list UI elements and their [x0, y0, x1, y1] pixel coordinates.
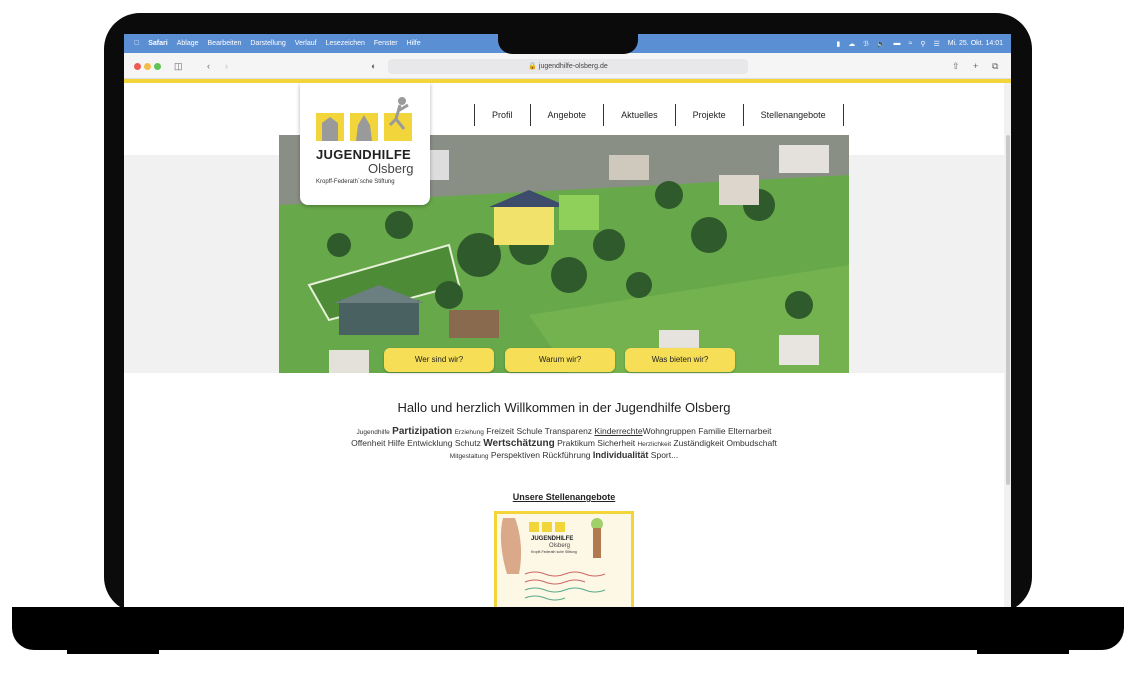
hero-button-why[interactable]: Warum wir? — [505, 348, 615, 372]
nav-angebote[interactable]: Angebote — [531, 104, 605, 126]
laptop-foot-left — [67, 648, 159, 654]
jobs-illustration — [497, 514, 631, 608]
tag-line-3: Mitgestaltung Perspektiven Rückführung I… — [324, 450, 804, 462]
tag: Erziehung — [454, 429, 484, 436]
jobs-card-image[interactable]: JUGENDHILFE Olsberg Kropff-Federath´sche… — [494, 511, 634, 611]
logo-foundation: Kropff-Federath´sche Stiftung — [316, 179, 395, 185]
wifi-icon[interactable]: ≈ — [908, 40, 912, 47]
nav-profil[interactable]: Profil — [475, 104, 531, 126]
tag: Herzlichkeit — [637, 441, 672, 448]
jobs-card-title: JUGENDHILFE — [531, 536, 574, 542]
screen:  Safari Ablage Bearbeiten Darstellung V… — [124, 34, 1011, 612]
laptop-base — [12, 607, 1124, 650]
menu-lesezeichen[interactable]: Lesezeichen — [326, 40, 365, 47]
tag-cloud: Jugendhilfe Partizipation Erziehung Frei… — [324, 426, 804, 462]
laptop-foot-right — [977, 648, 1069, 654]
close-window-button[interactable] — [134, 63, 141, 70]
hero-button-who[interactable]: Wer sind wir? — [384, 348, 494, 372]
menu-app-name[interactable]: Safari — [148, 40, 167, 47]
tag-line-2: Offenheit Hilfe Entwicklung Schutz Werts… — [324, 438, 804, 450]
menu-ablage[interactable]: Ablage — [177, 40, 199, 47]
back-icon[interactable]: ‹ — [207, 60, 210, 72]
status-icon-1[interactable]: ▮ — [836, 40, 840, 48]
logo-emblem-icon — [316, 97, 412, 141]
menu-fenster[interactable]: Fenster — [374, 40, 398, 47]
nav-projekte[interactable]: Projekte — [676, 104, 744, 126]
page-scrollbar[interactable] — [1004, 83, 1011, 612]
tag: Zuständigkeit Ombudschaft — [673, 438, 777, 448]
menu-verlauf[interactable]: Verlauf — [295, 40, 317, 47]
new-tab-icon[interactable]: + — [973, 60, 978, 72]
battery-icon[interactable]: ▬ — [893, 40, 900, 47]
forward-icon[interactable]: › — [225, 60, 228, 72]
tag: Freizeit Schule Transparenz — [486, 426, 593, 436]
browser-toolbar: ◫ ‹ › ◐ 🔒 jugendhilfe-olsberg.de ⇧ + ⧉ — [124, 53, 1011, 79]
menu-darstellung[interactable]: Darstellung — [250, 40, 285, 47]
tag: Offenheit Hilfe Entwicklung Schutz — [351, 438, 481, 448]
jobs-card-subtitle: Olsberg — [549, 543, 571, 549]
nav-stellenangebote[interactable]: Stellenangebote — [744, 104, 844, 126]
camera-notch — [498, 28, 638, 54]
tag: Individualität — [592, 450, 649, 460]
minimize-window-button[interactable] — [144, 63, 151, 70]
tab-overview-icon[interactable]: ⧉ — [992, 60, 998, 72]
logo-subtitle: Olsberg — [368, 161, 414, 176]
tag: Perspektiven Rückführung — [490, 450, 591, 460]
volume-icon[interactable]: 🔈 — [877, 40, 886, 48]
search-icon[interactable]: ⚲ — [920, 40, 925, 48]
tag: Wohngruppen Familie Elternarbeit — [642, 426, 772, 436]
tag-link-kinderrechte[interactable]: Kinderrechte — [594, 426, 642, 436]
cloud-icon[interactable]: ☁ — [848, 40, 855, 48]
sidebar-icon[interactable]: ◫ — [174, 60, 183, 72]
tag: Praktikum Sicherheit — [557, 438, 636, 448]
tag: Sport... — [650, 450, 679, 460]
menu-datetime[interactable]: Mi. 25. Okt. 14:01 — [948, 40, 1003, 47]
address-url: jugendhilfe-olsberg.de — [538, 63, 608, 70]
apple-icon[interactable]:  — [134, 40, 139, 47]
bluetooth-icon[interactable]: ℬ — [863, 40, 869, 48]
welcome-heading: Hallo und herzlich Willkommen in der Jug… — [397, 400, 731, 415]
share-icon[interactable]: ⇧ — [952, 60, 960, 72]
jobs-heading[interactable]: Unsere Stellenangebote — [124, 492, 1004, 502]
tag: Wertschätzung — [483, 438, 555, 449]
tag: Mitgestaltung — [449, 453, 489, 460]
address-bar[interactable]: 🔒 jugendhilfe-olsberg.de — [388, 59, 748, 74]
menu-bearbeiten[interactable]: Bearbeiten — [208, 40, 242, 47]
scrollbar-thumb[interactable] — [1006, 135, 1010, 485]
hero-button-what[interactable]: Was bieten wir? — [625, 348, 735, 372]
nav-aktuelles[interactable]: Aktuelles — [604, 104, 676, 126]
main-nav: Profil Angebote Aktuelles Projekte Stell… — [474, 104, 844, 126]
site-logo[interactable]: JUGENDHILFE Olsberg Kropff-Federath´sche… — [300, 83, 430, 205]
control-center-icon[interactable]: ☰ — [933, 40, 939, 48]
tag: Jugendhilfe — [356, 429, 390, 436]
zoom-window-button[interactable] — [154, 63, 161, 70]
lock-icon: 🔒 — [528, 63, 537, 70]
menu-hilfe[interactable]: Hilfe — [407, 40, 421, 47]
tag: Partizipation — [392, 426, 453, 437]
logo-title: JUGENDHILFE — [316, 147, 412, 162]
privacy-shield-icon[interactable]: ◐ — [371, 60, 376, 72]
web-page: Profil Angebote Aktuelles Projekte Stell… — [124, 83, 1004, 612]
jobs-card-foundation: Kropff-Federath´sche Stiftung — [531, 550, 577, 554]
tag-line-1: Jugendhilfe Partizipation Erziehung Frei… — [324, 426, 804, 438]
